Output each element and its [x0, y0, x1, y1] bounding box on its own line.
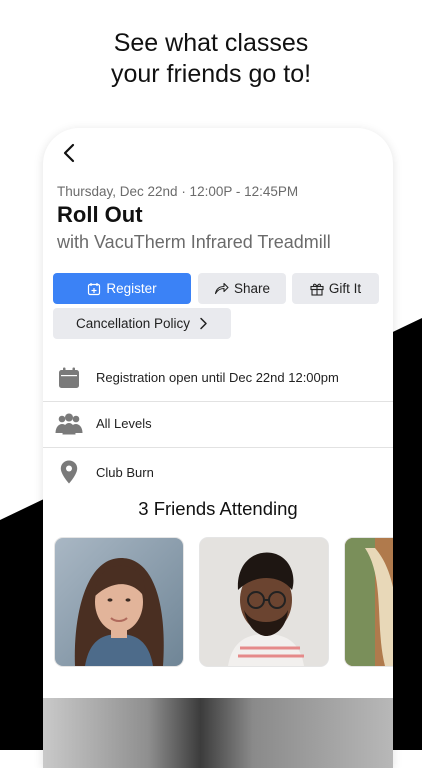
group-icon [55, 413, 83, 434]
location-text: Club Burn [96, 464, 154, 480]
class-subtitle: with VacuTherm Infrared Treadmill [57, 232, 331, 252]
cancellation-policy-label: Cancellation Policy [75, 316, 191, 331]
location-pin-icon [60, 460, 78, 484]
gift-label: Gift It [328, 281, 362, 296]
share-arrow-icon [214, 282, 229, 295]
friend-photo [55, 538, 183, 666]
cancellation-policy-button[interactable]: Cancellation Policy [53, 308, 231, 339]
register-label: Register [106, 281, 157, 296]
friend-photo [345, 538, 393, 666]
headline-line-2: your friends go to! [110, 60, 312, 88]
levels-row: All Levels [43, 400, 393, 448]
registration-text: Registration open until Dec 22nd 12:00pm [96, 370, 339, 385]
calendar-plus-icon [88, 282, 101, 295]
section-divider [43, 690, 393, 698]
chevron-right-icon [200, 317, 207, 330]
friend-photo [200, 538, 328, 666]
headline: See what classes your friends go to! [0, 28, 422, 90]
register-button[interactable]: Register [53, 273, 191, 304]
friend-avatar[interactable] [345, 538, 393, 666]
headline-line-1: See what classes [113, 29, 309, 57]
gift-button[interactable]: Gift It [292, 273, 379, 304]
location-row: Club Burn [43, 448, 393, 496]
share-label: Share [233, 281, 271, 296]
friend-avatar[interactable] [200, 538, 328, 666]
chevron-left-icon [63, 143, 75, 163]
registration-row: Registration open until Dec 22nd 12:00pm [43, 354, 393, 402]
class-datetime: Thursday, Dec 22nd · 12:00P - 12:45PM [57, 184, 299, 199]
back-button[interactable] [59, 142, 81, 164]
levels-text: All Levels [96, 416, 152, 431]
share-button[interactable]: Share [198, 273, 286, 304]
gift-icon [310, 283, 324, 296]
friend-avatar[interactable] [55, 538, 183, 666]
calendar-icon [59, 367, 79, 388]
friends-attending-title: 3 Friends Attending [138, 498, 298, 519]
phone-screen: Thursday, Dec 22nd · 12:00P - 12:45PM Ro… [43, 128, 393, 768]
class-title: Roll Out [57, 202, 143, 227]
class-photo [43, 698, 393, 768]
